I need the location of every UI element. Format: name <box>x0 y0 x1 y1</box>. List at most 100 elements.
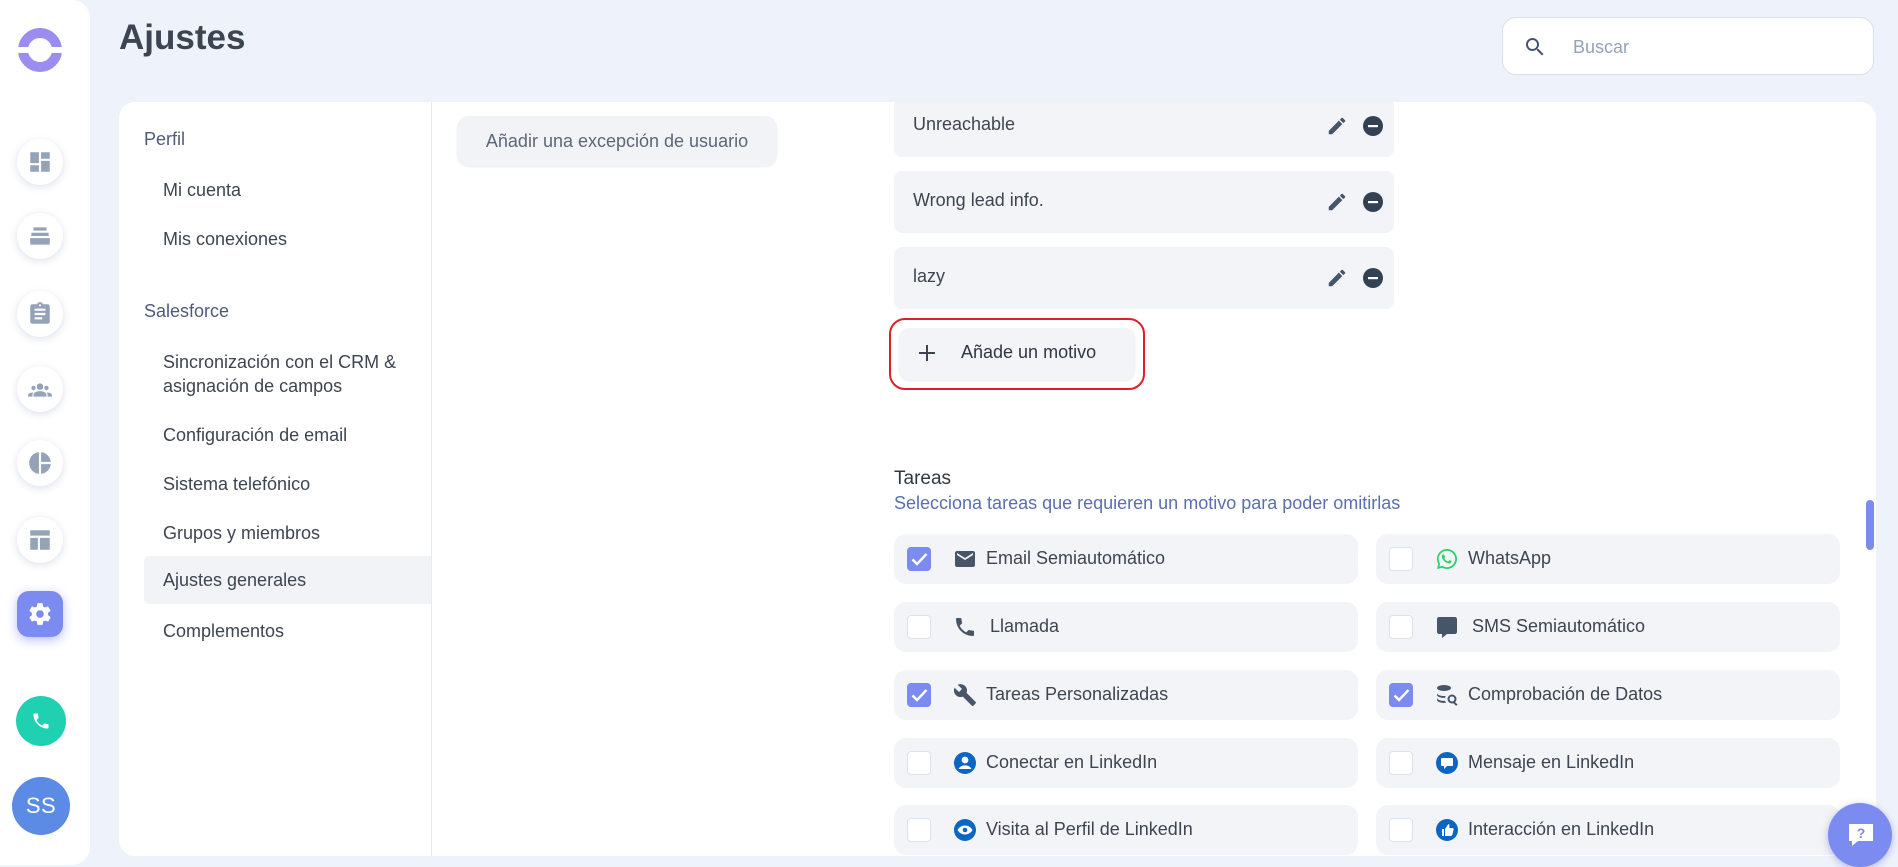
task-checkbox[interactable] <box>907 683 931 707</box>
edit-pencil-icon[interactable] <box>1326 267 1348 289</box>
wrench-icon <box>953 684 976 706</box>
checkmark-icon <box>1393 689 1410 702</box>
chat-bubble-icon <box>1437 617 1457 638</box>
help-chat-icon: ? <box>1849 824 1873 846</box>
sidebar-section-perfil: Perfil <box>144 129 186 149</box>
contacts-nav-button[interactable] <box>17 366 63 412</box>
task-label: Llamada <box>990 616 1060 636</box>
mail-icon <box>955 551 975 567</box>
search-icon <box>1526 38 1544 56</box>
linkedin-eye-icon <box>954 819 976 841</box>
clipboard-icon <box>30 302 50 324</box>
sidebar-item-ajustes-generales[interactable]: Ajustes generales <box>144 556 431 604</box>
task-label: Email Semiautomático <box>986 548 1166 568</box>
gear-icon <box>29 603 51 625</box>
settings-panel: Perfil Mi cuenta Mis conexiones Salesfor… <box>119 102 1876 856</box>
reason-label: Wrong lead info. <box>913 190 1044 210</box>
app-logo-icon[interactable] <box>16 26 64 74</box>
sidebar-item-mis-conexiones[interactable]: Mis conexiones <box>163 227 287 251</box>
reports-nav-button[interactable] <box>17 440 63 486</box>
linkedin-message-icon <box>1436 752 1458 774</box>
people-icon <box>28 383 52 397</box>
task-item-interaccion-linkedin[interactable]: Interacción en LinkedIn <box>1376 805 1840 855</box>
task-label: WhatsApp <box>1468 548 1552 568</box>
search-box[interactable] <box>1502 17 1874 75</box>
task-label: Conectar en LinkedIn <box>986 752 1158 772</box>
task-checkbox[interactable] <box>907 547 931 571</box>
edit-pencil-icon[interactable] <box>1326 115 1348 137</box>
tasks-nav-button[interactable] <box>17 291 63 337</box>
task-label: SMS Semiautomático <box>1472 616 1646 636</box>
task-checkbox[interactable] <box>1389 683 1413 707</box>
inbox-stack-icon <box>30 227 50 245</box>
task-checkbox[interactable] <box>1389 818 1413 842</box>
task-label: Interacción en LinkedIn <box>1468 819 1655 839</box>
sidebar-item-grupos-miembros[interactable]: Grupos y miembros <box>163 521 320 545</box>
task-checkbox[interactable] <box>1389 751 1413 775</box>
dashboard-icon <box>30 152 50 172</box>
task-checkbox[interactable] <box>907 615 931 639</box>
task-item-conectar-linkedin[interactable]: Conectar en LinkedIn <box>894 738 1358 788</box>
layout-icon <box>30 530 50 550</box>
task-item-comprobacion-datos[interactable]: Comprobación de Datos <box>1376 670 1840 720</box>
sidebar-item-configuracion-email[interactable]: Configuración de email <box>163 423 347 447</box>
svg-text:?: ? <box>1857 825 1866 841</box>
reason-item: Wrong lead info. <box>894 171 1394 233</box>
add-reason-button[interactable]: Añade un motivo <box>899 328 1135 380</box>
tasks-section-subtitle: Selecciona tareas que requieren un motiv… <box>894 493 1401 513</box>
remove-circle-icon[interactable] <box>1363 192 1383 212</box>
settings-nav-button[interactable] <box>17 591 63 637</box>
phone-icon <box>33 713 49 729</box>
pie-chart-icon <box>29 452 51 474</box>
call-button[interactable] <box>16 696 66 746</box>
add-user-exception-button[interactable]: Añadir una excepción de usuario <box>457 116 777 166</box>
task-label: Comprobación de Datos <box>1468 684 1663 704</box>
reason-item: lazy <box>894 247 1394 309</box>
sidebar-item-complementos[interactable]: Complementos <box>163 619 284 643</box>
help-chat-button[interactable]: ? <box>1828 803 1892 867</box>
tasks-section-title: Tareas <box>894 468 952 489</box>
page-title: Ajustes <box>119 18 246 57</box>
task-item-sms-semiautomatico[interactable]: SMS Semiautomático <box>1376 602 1840 652</box>
app-rail: SS <box>0 0 90 865</box>
whatsapp-icon <box>1437 549 1457 569</box>
task-item-email-semiautomatico[interactable]: Email Semiautomático <box>894 534 1358 584</box>
task-item-llamada[interactable]: Llamada <box>894 602 1358 652</box>
reason-label: lazy <box>913 266 946 286</box>
database-search-icon <box>1437 685 1458 706</box>
linkedin-thumbs-up-icon <box>1436 819 1458 841</box>
sidebar-item-sincronizacion-crm[interactable]: Sincronización con el CRM & asignación d… <box>163 350 413 398</box>
task-item-tareas-personalizadas[interactable]: Tareas Personalizadas <box>894 670 1358 720</box>
scrollbar-thumb[interactable] <box>1866 500 1874 550</box>
sidebar-divider <box>431 102 432 856</box>
task-checkbox[interactable] <box>1389 615 1413 639</box>
task-item-whatsapp[interactable]: WhatsApp <box>1376 534 1840 584</box>
templates-nav-button[interactable] <box>17 517 63 563</box>
dashboard-nav-button[interactable] <box>17 139 63 185</box>
task-label: Visita al Perfil de LinkedIn <box>986 819 1193 839</box>
task-item-mensaje-linkedin[interactable]: Mensaje en LinkedIn <box>1376 738 1840 788</box>
task-checkbox[interactable] <box>907 751 931 775</box>
sidebar-section-salesforce: Salesforce <box>144 301 230 321</box>
task-checkbox[interactable] <box>907 818 931 842</box>
sidebar-item-sistema-telefonico[interactable]: Sistema telefónico <box>163 472 310 496</box>
edit-pencil-icon[interactable] <box>1326 191 1348 213</box>
sidebar-item-mi-cuenta[interactable]: Mi cuenta <box>163 178 241 202</box>
reason-label: Unreachable <box>913 114 1016 134</box>
task-label: Mensaje en LinkedIn <box>1468 752 1635 772</box>
add-reason-highlight: Añade un motivo <box>889 318 1145 390</box>
inbox-nav-button[interactable] <box>17 213 63 259</box>
user-avatar[interactable]: SS <box>12 777 70 835</box>
reason-item: Unreachable <box>894 102 1394 157</box>
task-item-visita-perfil-linkedin[interactable]: Visita al Perfil de LinkedIn <box>894 805 1358 855</box>
add-reason-label: Añade un motivo <box>961 342 1097 362</box>
plus-icon <box>919 345 935 361</box>
phone-icon <box>956 618 974 636</box>
task-checkbox[interactable] <box>1389 547 1413 571</box>
remove-circle-icon[interactable] <box>1363 268 1383 288</box>
task-label: Tareas Personalizadas <box>986 684 1169 704</box>
remove-circle-icon[interactable] <box>1363 116 1383 136</box>
linkedin-person-icon <box>954 752 976 774</box>
search-input[interactable] <box>1571 32 1855 62</box>
checkmark-icon <box>911 553 928 566</box>
